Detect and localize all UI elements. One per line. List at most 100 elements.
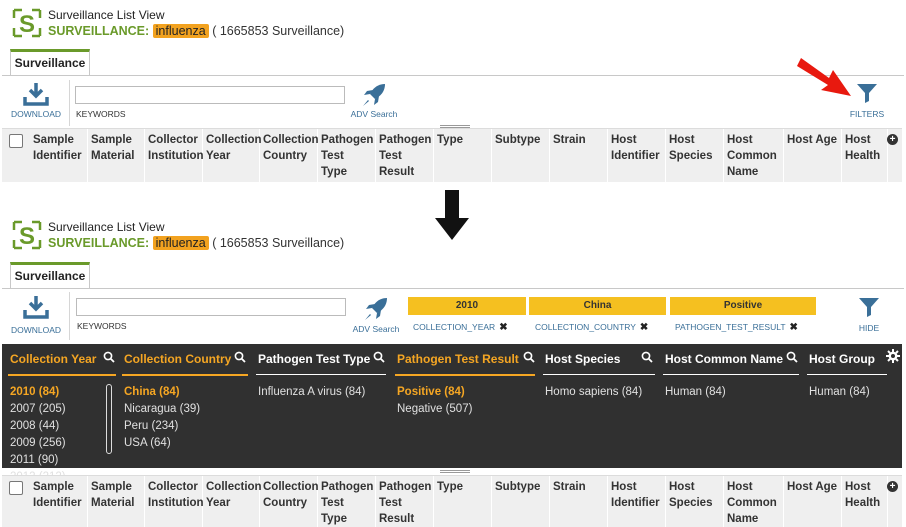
select-all-checkbox[interactable] xyxy=(9,481,23,495)
keywords-input[interactable] xyxy=(75,86,345,104)
rocket-icon xyxy=(363,84,385,106)
plus-circle-icon[interactable]: + xyxy=(887,134,898,145)
filter-option[interactable]: 2010 (84) xyxy=(10,386,59,398)
rocket-icon xyxy=(365,298,387,320)
filter-option[interactable]: Human (84) xyxy=(809,386,870,398)
column-header-collection-country[interactable]: Collection Country xyxy=(260,476,319,527)
column-header-subtype[interactable]: Subtype xyxy=(492,476,550,527)
filter-heading-pathogen-test-result[interactable]: Pathogen Test Result xyxy=(397,352,519,366)
download-button[interactable]: DOWNLOAD xyxy=(8,82,64,119)
column-header-host-health[interactable]: Host Health xyxy=(842,129,888,183)
filter-value-country: China xyxy=(529,297,666,315)
logo-s-icon: S xyxy=(12,8,42,38)
column-header-host-age[interactable]: Host Age xyxy=(784,129,842,183)
gear-icon[interactable] xyxy=(886,349,900,363)
filter-option[interactable]: Nicaragua (39) xyxy=(124,403,200,415)
filter-heading-host-group[interactable]: Host Group xyxy=(809,352,875,366)
filter-option[interactable]: Homo sapiens (84) xyxy=(545,386,642,398)
column-header-host-species[interactable]: Host Species xyxy=(666,476,724,527)
column-header-sample-material[interactable]: Sample Material xyxy=(88,129,145,183)
filter-option[interactable]: 2009 (256) xyxy=(10,437,66,449)
page-title: Surveillance List View xyxy=(48,220,165,234)
panel-after: S Surveillance List View SURVEILLANCE: i… xyxy=(0,212,906,527)
filter-heading-host-species[interactable]: Host Species xyxy=(545,352,620,366)
column-header-host-identifier[interactable]: Host Identifier xyxy=(608,476,666,527)
download-button[interactable]: DOWNLOAD xyxy=(8,295,64,335)
download-icon xyxy=(23,296,49,319)
filter-funnel-icon xyxy=(857,84,877,103)
filter-panel: Collection Year 2010 (84) 2007 (205) 200… xyxy=(2,344,902,483)
close-icon[interactable]: ✖ xyxy=(640,322,648,333)
column-header-pathogen-test-type[interactable]: Pathogen Test Type xyxy=(318,476,376,527)
column-header-host-species[interactable]: Host Species xyxy=(666,129,724,183)
column-header-pathogen-test-type[interactable]: Pathogen Test Type xyxy=(318,129,376,183)
column-header-collection-year[interactable]: Collection Year xyxy=(203,476,262,527)
column-header-pathogen-test-result[interactable]: Pathogen Test Result xyxy=(376,476,434,527)
filter-heading-collection-year[interactable]: Collection Year xyxy=(10,352,96,366)
search-icon[interactable] xyxy=(641,351,653,363)
column-header-host-age[interactable]: Host Age xyxy=(784,476,842,527)
search-icon[interactable] xyxy=(103,351,115,363)
hide-button[interactable]: HIDE xyxy=(846,296,892,333)
filter-option[interactable]: Positive (84) xyxy=(397,386,465,398)
filter-tag-country: COLLECTION_COUNTRY ✖ xyxy=(535,322,649,333)
filter-option[interactable]: 2011 (90) xyxy=(10,454,58,466)
column-header-pathogen-test-result[interactable]: Pathogen Test Result xyxy=(376,129,434,183)
surveillance-heading: SURVEILLANCE: influenza ( 1665853 Survei… xyxy=(48,236,345,250)
svg-text:S: S xyxy=(19,223,35,250)
filter-heading-host-common-name[interactable]: Host Common Name xyxy=(665,352,783,366)
keywords-input[interactable] xyxy=(76,298,346,316)
column-header-host-identifier[interactable]: Host Identifier xyxy=(608,129,666,183)
table-header: Sample Identifier Sample Material Collec… xyxy=(2,128,902,183)
column-header-host-common-name[interactable]: Host Common Name xyxy=(724,129,784,183)
filter-option[interactable]: Human (84) xyxy=(665,386,726,398)
filter-option[interactable]: China (84) xyxy=(124,386,180,398)
filter-tag-year: COLLECTION_YEAR ✖ xyxy=(413,322,508,333)
filter-option[interactable]: 2007 (205) xyxy=(10,403,66,415)
svg-text:S: S xyxy=(19,11,35,38)
query-highlight: influenza xyxy=(152,236,209,250)
search-icon[interactable] xyxy=(786,351,798,363)
tab-surveillance[interactable]: Surveillance xyxy=(10,262,90,288)
filter-option[interactable]: Peru (234) xyxy=(124,420,178,432)
column-header-strain[interactable]: Strain xyxy=(550,476,608,527)
keywords-label: KEYWORDS xyxy=(76,109,126,119)
filter-heading-pathogen-test-type[interactable]: Pathogen Test Type xyxy=(258,352,370,366)
table-header: Sample Identifier Sample Material Collec… xyxy=(2,475,902,527)
search-icon[interactable] xyxy=(234,351,246,363)
filter-tag-result: PATHOGEN_TEST_RESULT ✖ xyxy=(675,322,798,333)
column-header-collector-institution[interactable]: Collector Institution xyxy=(145,476,204,527)
adv-search-button[interactable]: ADV Search xyxy=(350,296,402,334)
keywords-label: KEYWORDS xyxy=(77,321,127,331)
tab-surveillance[interactable]: Surveillance xyxy=(10,49,90,75)
download-icon xyxy=(23,83,49,106)
column-header-collector-institution[interactable]: Collector Institution xyxy=(145,129,204,183)
filter-option[interactable]: 2008 (44) xyxy=(10,420,59,432)
search-icon[interactable] xyxy=(523,351,535,363)
filter-funnel-icon xyxy=(859,298,879,317)
adv-search-button[interactable]: ADV Search xyxy=(348,82,400,119)
filter-option[interactable]: Influenza A virus (84) xyxy=(258,386,365,398)
filter-option[interactable]: Negative (507) xyxy=(397,403,472,415)
filter-option[interactable]: USA (64) xyxy=(124,437,171,449)
year-scrollbar[interactable] xyxy=(106,384,112,454)
filter-heading-collection-country[interactable]: Collection Country xyxy=(124,352,231,366)
column-header-host-health[interactable]: Host Health xyxy=(842,476,888,527)
column-header-type[interactable]: Type xyxy=(434,476,492,527)
close-icon[interactable]: ✖ xyxy=(499,322,507,333)
column-header-host-common-name[interactable]: Host Common Name xyxy=(724,476,784,527)
column-header-sample-material[interactable]: Sample Material xyxy=(88,476,145,527)
column-header-type[interactable]: Type xyxy=(434,129,492,183)
column-header-strain[interactable]: Strain xyxy=(550,129,608,183)
column-header-subtype[interactable]: Subtype xyxy=(492,129,550,183)
column-header-collection-country[interactable]: Collection Country xyxy=(260,129,319,183)
panel-before: S Surveillance List View SURVEILLANCE: i… xyxy=(0,0,906,184)
close-icon[interactable]: ✖ xyxy=(790,322,798,333)
column-header-sample-identifier[interactable]: Sample Identifier xyxy=(30,476,88,527)
column-header-sample-identifier[interactable]: Sample Identifier xyxy=(30,129,88,183)
filters-button[interactable]: FILTERS xyxy=(844,82,890,119)
select-all-checkbox[interactable] xyxy=(9,134,23,148)
search-icon[interactable] xyxy=(373,351,385,363)
column-header-collection-year[interactable]: Collection Year xyxy=(203,129,262,183)
plus-circle-icon[interactable]: + xyxy=(887,481,898,492)
